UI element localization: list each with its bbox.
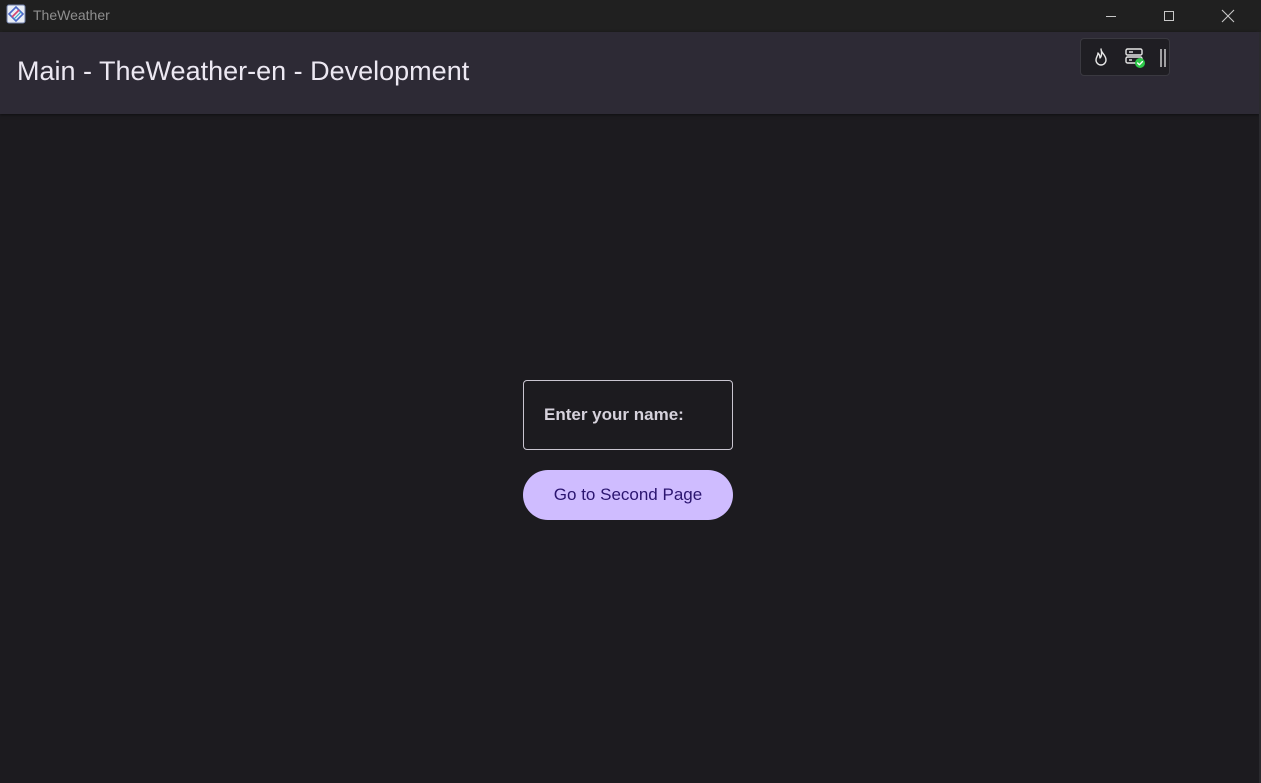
app-bar: Main - TheWeather-en - Development (0, 32, 1259, 114)
drag-handle-icon[interactable] (1159, 48, 1167, 68)
flame-icon[interactable] (1090, 47, 1112, 69)
close-icon (1221, 9, 1235, 23)
name-input-label: Enter your name: (544, 405, 684, 424)
app-window: TheWeather Main - TheWeather-en - Develo… (0, 0, 1261, 783)
server-status-icon[interactable] (1123, 46, 1147, 70)
minimize-button[interactable] (1082, 0, 1140, 32)
go-to-second-page-button[interactable]: Go to Second Page (523, 470, 733, 520)
minimize-icon (1106, 16, 1116, 17)
window-title: TheWeather (33, 7, 110, 23)
app-logo-icon (6, 4, 26, 24)
page-title: Main - TheWeather-en - Development (17, 56, 470, 86)
maximize-icon (1164, 11, 1174, 21)
close-button[interactable] (1199, 0, 1257, 32)
name-input[interactable]: Enter your name: (523, 380, 733, 450)
debug-toolbar (1080, 38, 1170, 76)
window-titlebar[interactable]: TheWeather (0, 0, 1261, 32)
maximize-button[interactable] (1140, 0, 1198, 32)
